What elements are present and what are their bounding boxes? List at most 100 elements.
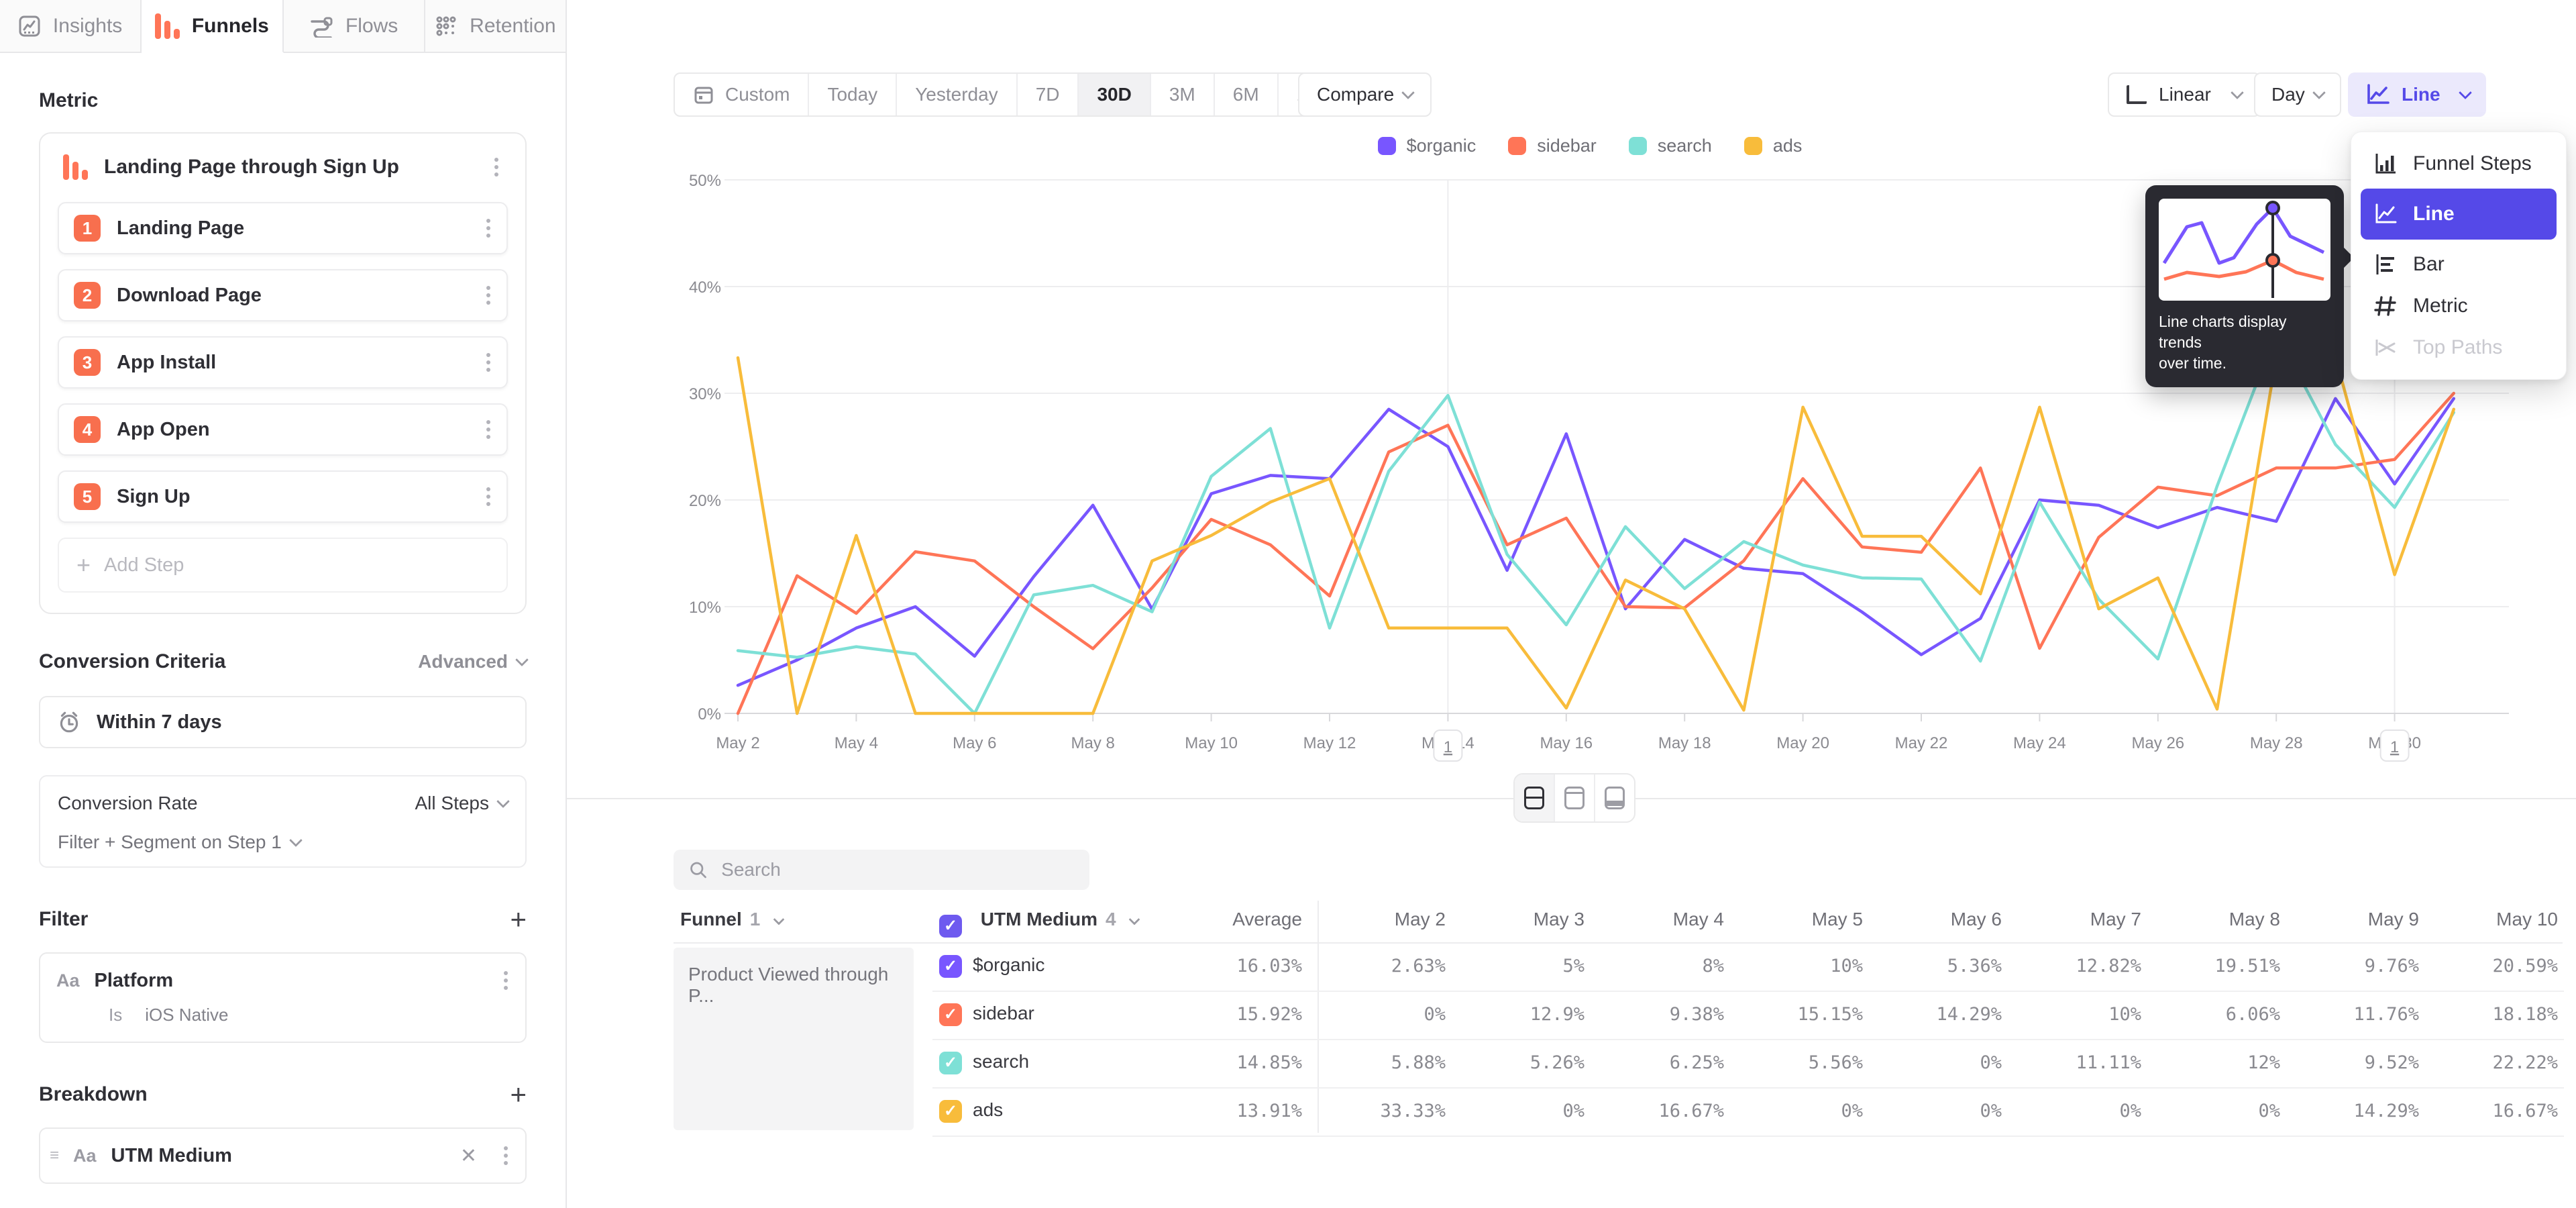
date-range-today[interactable]: Today	[809, 74, 897, 115]
tab-flows[interactable]: Flows	[284, 0, 425, 53]
x-axis-tick-label: May 4	[835, 734, 878, 752]
advanced-dropdown[interactable]: Advanced	[418, 651, 527, 672]
step-label: Sign Up	[117, 486, 480, 508]
date-column-header[interactable]: May 8	[2146, 909, 2280, 930]
table-funnel-name-cell[interactable]: Product Viewed through P...	[674, 948, 914, 1130]
remove-breakdown-icon[interactable]: ✕	[455, 1144, 482, 1168]
date-column-header[interactable]: May 3	[1450, 909, 1585, 930]
menu-item-label: Line	[2413, 203, 2455, 225]
average-column-header[interactable]: Average	[1168, 909, 1302, 930]
compare-button[interactable]: Compare	[1298, 72, 1432, 117]
conversion-window-button[interactable]: Within 7 days	[39, 696, 527, 748]
legend-item-search[interactable]: search	[1629, 136, 1712, 156]
row-series-name: sidebar	[973, 1003, 1034, 1024]
menu-item-metric[interactable]: Metric	[2361, 285, 2557, 327]
x-axis-tick-label: May 18	[1658, 734, 1711, 752]
date-range-yesterday[interactable]: Yesterday	[897, 74, 1018, 115]
funnel-step-download-page[interactable]: 2Download Page	[58, 269, 508, 321]
funnel-step-app-open[interactable]: 4App Open	[58, 403, 508, 456]
date-column-header[interactable]: May 10	[2424, 909, 2558, 930]
step-kebab-menu[interactable]	[480, 349, 497, 376]
add-filter-button[interactable]: +	[510, 905, 527, 934]
date-column-header[interactable]: May 5	[1729, 909, 1863, 930]
row-checkbox[interactable]: ✓	[939, 1003, 962, 1026]
row-checkbox[interactable]: ✓	[939, 1052, 962, 1074]
metric-card: Landing Page through Sign Up 1Landing Pa…	[39, 132, 527, 614]
date-range-6m[interactable]: 6M	[1215, 74, 1279, 115]
table-row-ads[interactable]: ✓ads13.91%33.33%0%16.67%0%0%0%0%14.29%16…	[932, 1089, 2564, 1137]
filter-condition[interactable]: Is iOS Native	[109, 1005, 515, 1025]
step-kebab-menu[interactable]	[480, 483, 497, 510]
date-column-header[interactable]: May 9	[2285, 909, 2419, 930]
select-all-checkbox[interactable]: ✓	[939, 915, 962, 938]
date-column-header[interactable]: May 7	[2007, 909, 2141, 930]
tab-insights[interactable]: Insights	[0, 0, 142, 53]
menu-item-line[interactable]: Line	[2361, 189, 2557, 240]
date-range-label: 6M	[1233, 84, 1259, 105]
menu-item-top-paths: Top Paths	[2361, 327, 2557, 368]
date-column-header[interactable]: May 4	[1590, 909, 1724, 930]
all-steps-dropdown[interactable]: All Steps	[415, 793, 508, 814]
table-row-sidebar[interactable]: ✓sidebar15.92%0%12.9%9.38%15.15%14.29%10…	[932, 992, 2564, 1040]
step-kebab-menu[interactable]	[480, 215, 497, 242]
date-range-custom[interactable]: Custom	[675, 74, 809, 115]
date-range-7d[interactable]: 7D	[1018, 74, 1079, 115]
table-row-search[interactable]: ✓search14.85%5.88%5.26%6.25%5.56%0%11.11…	[932, 1040, 2564, 1089]
interval-dropdown-button[interactable]: Day	[2254, 72, 2341, 117]
breakdown-utm-card[interactable]: ≡ Aa UTM Medium ✕	[39, 1127, 527, 1184]
breakdown-column-header[interactable]: ✓ UTM Medium4	[939, 909, 1138, 938]
bar-chart-icon	[2373, 252, 2398, 277]
tab-funnels[interactable]: Funnels	[142, 0, 283, 53]
conversion-criteria-label: Conversion Criteria	[39, 650, 225, 673]
line-chart-icon	[2373, 201, 2398, 227]
filter-segment-toggle[interactable]: Filter + Segment on Step 1	[58, 832, 508, 853]
date-range-3m[interactable]: 3M	[1151, 74, 1215, 115]
date-column-header[interactable]: May 6	[1868, 909, 2002, 930]
tab-retention[interactable]: Retention	[425, 0, 566, 53]
add-breakdown-button[interactable]: +	[510, 1080, 527, 1109]
conversion-rate-card: Conversion Rate All Steps Filter + Segme…	[39, 775, 527, 868]
funnel-step-sign-up[interactable]: 5Sign Up	[58, 470, 508, 523]
x-axis-tick-label: May 10	[1185, 734, 1238, 752]
chart-type-dropdown-button[interactable]: Line	[2348, 72, 2486, 117]
search-input[interactable]	[720, 858, 1075, 881]
view-bottom-panel[interactable]	[1595, 774, 1634, 821]
menu-item-funnel-steps[interactable]: Funnel Steps	[2361, 143, 2557, 185]
row-value: 6.25%	[1610, 1052, 1724, 1073]
metric-section-heading: Metric	[39, 89, 527, 112]
table-row-organic[interactable]: ✓$organic16.03%2.63%5%8%10%5.36%12.82%19…	[932, 944, 2564, 992]
legend-item-organic[interactable]: $organic	[1378, 136, 1477, 156]
funnel-kebab-menu[interactable]	[488, 154, 505, 181]
date-range-30d[interactable]: 30D	[1079, 74, 1150, 115]
menu-item-label: Metric	[2413, 295, 2468, 317]
date-column-header[interactable]: May 2	[1311, 909, 1446, 930]
legend-item-ads[interactable]: ads	[1744, 136, 1803, 156]
view-split-vertical[interactable]	[1555, 774, 1595, 821]
series-line-ads[interactable]	[738, 357, 2454, 713]
row-average-value: 15.92%	[1188, 1004, 1302, 1025]
funnel-step-landing-page[interactable]: 1Landing Page	[58, 202, 508, 254]
scale-dropdown-button[interactable]: Linear	[2108, 72, 2261, 117]
annotation-badge[interactable]: 1	[2381, 730, 2409, 761]
drag-handle-icon[interactable]: ≡	[50, 1146, 58, 1165]
row-checkbox[interactable]: ✓	[939, 1100, 962, 1123]
calendar-icon	[693, 84, 714, 105]
funnel-step-app-install[interactable]: 3App Install	[58, 336, 508, 389]
annotation-badge[interactable]: 1	[1434, 730, 1462, 761]
step-kebab-menu[interactable]	[480, 416, 497, 443]
menu-item-bar[interactable]: Bar	[2361, 244, 2557, 285]
row-value: 0%	[1888, 1052, 2002, 1073]
filter-platform-card[interactable]: Aa Platform Is iOS Native	[39, 952, 527, 1043]
filter-kebab-menu[interactable]	[497, 967, 515, 994]
compare-label: Compare	[1317, 84, 1394, 105]
funnels-report-page: Insights Funnels Flows	[0, 0, 2576, 1208]
step-number-badge: 1	[74, 215, 101, 242]
row-checkbox[interactable]: ✓	[939, 955, 962, 978]
view-split-horizontal[interactable]	[1515, 774, 1555, 821]
add-step-button[interactable]: + Add Step	[58, 538, 508, 593]
row-value: 18.18%	[2444, 1004, 2558, 1025]
legend-item-sidebar[interactable]: sidebar	[1508, 136, 1597, 156]
step-kebab-menu[interactable]	[480, 282, 497, 309]
breakdown-kebab-menu[interactable]	[497, 1142, 515, 1169]
funnel-column-header[interactable]: Funnel1	[680, 909, 783, 930]
